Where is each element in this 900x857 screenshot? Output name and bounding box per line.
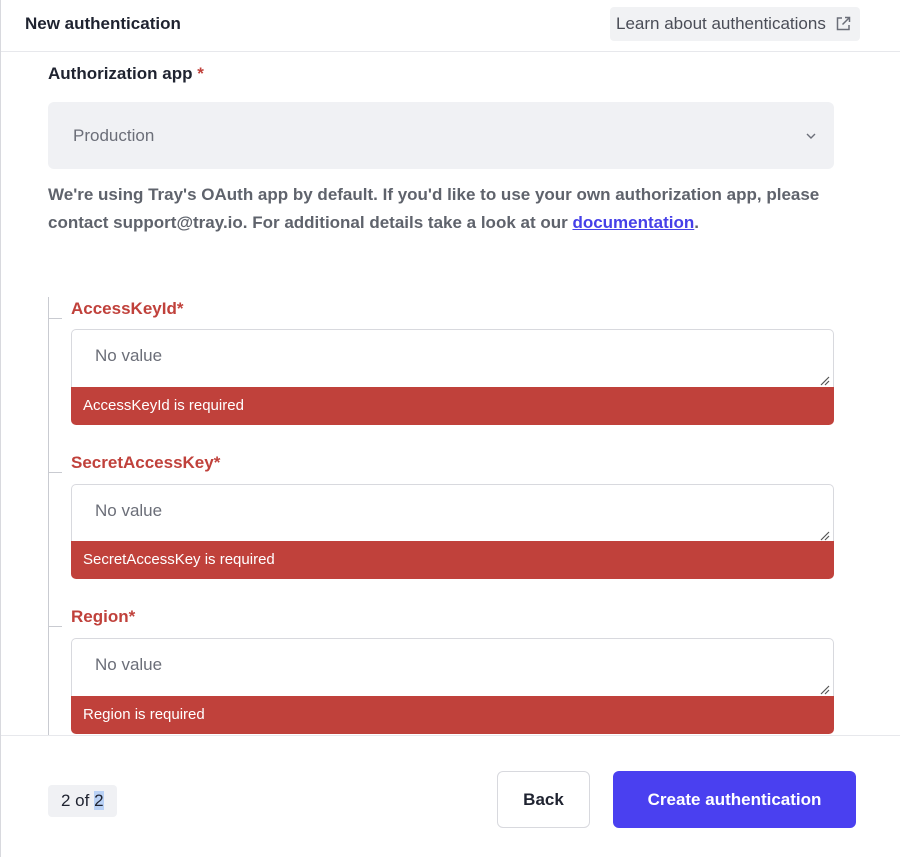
create-authentication-button[interactable]: Create authentication (613, 771, 856, 828)
resize-grip-icon[interactable] (818, 374, 830, 386)
region-error: Region is required (71, 696, 834, 734)
resize-grip-icon[interactable] (818, 529, 830, 541)
oauth-info-end: . (694, 213, 700, 232)
access-key-id-input[interactable]: No value (71, 329, 834, 389)
authorization-app-label: Authorization app * (48, 64, 204, 84)
oauth-info-body: We're using Tray's OAuth app by default.… (48, 185, 820, 232)
tree-guide-line (48, 297, 49, 737)
required-marker: * (197, 64, 204, 83)
modal-header: New authentication Learn about authentic… (1, 0, 900, 52)
authorization-app-selected-value: Production (73, 126, 155, 145)
secret-access-key-placeholder: No value (95, 501, 163, 520)
access-key-id-label: AccessKeyId* (71, 299, 184, 318)
chevron-down-icon (806, 133, 816, 139)
region-placeholder: No value (95, 655, 163, 674)
secret-access-key-label: SecretAccessKey* (71, 453, 221, 472)
region-label: Region* (71, 607, 136, 626)
region-input[interactable]: No value (71, 638, 834, 698)
learn-link-label: Learn about authentications (616, 14, 826, 33)
learn-about-authentications-link[interactable]: Learn about authentications (610, 7, 860, 41)
step-indicator-prefix: 2 of (61, 791, 95, 810)
tree-guide-tick (48, 318, 62, 319)
access-key-id-placeholder: No value (95, 346, 163, 365)
authorization-app-select[interactable]: Production (48, 102, 834, 169)
tree-guide-tick (48, 626, 62, 627)
authorization-app-label-text: Authorization app (48, 64, 193, 83)
new-authentication-modal: New authentication Learn about authentic… (0, 0, 900, 857)
resize-grip-icon[interactable] (818, 683, 830, 695)
oauth-info-text: We're using Tray's OAuth app by default.… (48, 181, 838, 237)
external-link-icon (836, 16, 851, 31)
documentation-link[interactable]: documentation (572, 213, 694, 232)
step-indicator-total: 2 (94, 791, 104, 810)
back-button[interactable]: Back (497, 771, 590, 828)
step-indicator: 2 of 2 (48, 785, 117, 817)
access-key-id-error: AccessKeyId is required (71, 387, 834, 425)
secret-access-key-error: SecretAccessKey is required (71, 541, 834, 579)
secret-access-key-input[interactable]: No value (71, 484, 834, 544)
modal-footer: 2 of 2 Back Create authentication (1, 735, 900, 857)
tree-guide-tick (48, 472, 62, 473)
modal-title: New authentication (25, 14, 181, 33)
